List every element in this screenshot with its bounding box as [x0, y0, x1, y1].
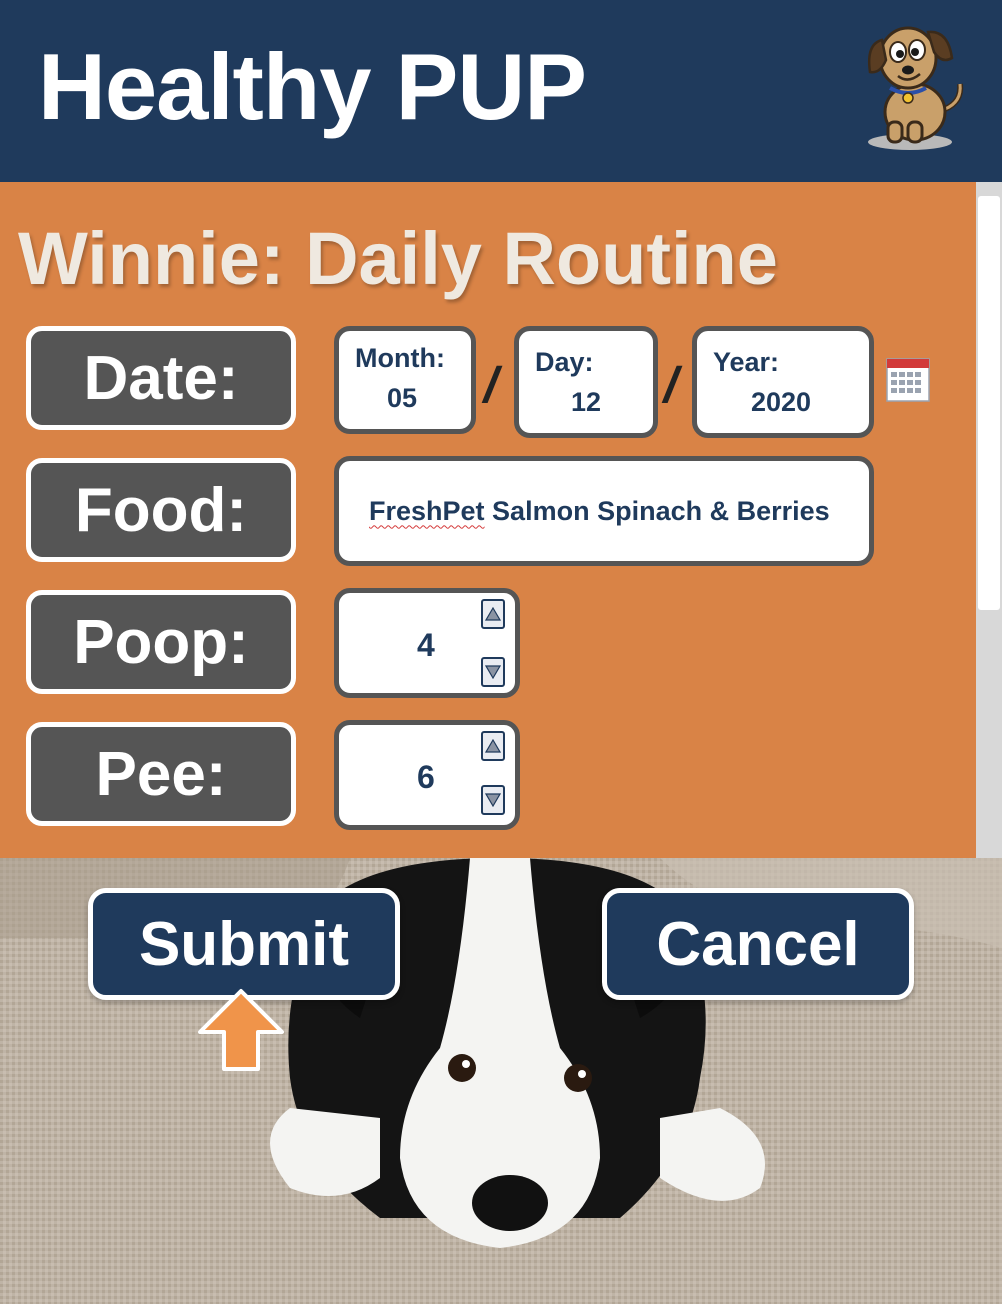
food-brand: FreshPet — [369, 495, 485, 526]
month-label: Month: — [355, 343, 445, 373]
calendar-icon[interactable] — [886, 358, 930, 402]
routine-title: Winnie: Daily Routine — [18, 217, 778, 300]
year-value: 2020 — [751, 387, 812, 417]
poop-label: Poop: — [26, 590, 296, 694]
year-label: Year: — [713, 347, 780, 377]
food-input[interactable]: FreshPet Salmon Spinach & Berries — [334, 456, 874, 566]
day-value: 12 — [571, 387, 602, 417]
pee-increment-button[interactable] — [481, 731, 505, 761]
month-value: 05 — [387, 383, 418, 413]
food-description: Salmon Spinach & Berries — [484, 495, 830, 526]
pee-stepper[interactable]: 6 — [334, 720, 520, 830]
up-arrow-icon — [198, 989, 284, 1071]
day-field[interactable]: Day: 12 — [514, 326, 658, 438]
poop-decrement-button[interactable] — [481, 657, 505, 687]
triangle-down-icon — [485, 665, 501, 679]
submit-button[interactable]: Submit — [88, 888, 400, 1000]
triangle-up-icon — [485, 739, 501, 753]
pee-decrement-button[interactable] — [481, 785, 505, 815]
pee-label: Pee: — [26, 722, 296, 826]
year-field[interactable]: Year: 2020 — [692, 326, 874, 438]
triangle-up-icon — [485, 607, 501, 621]
cancel-button[interactable]: Cancel — [602, 888, 914, 1000]
food-value: FreshPet Salmon Spinach & Berries — [369, 461, 830, 561]
poop-increment-button[interactable] — [481, 599, 505, 629]
poop-stepper[interactable]: 4 — [334, 588, 520, 698]
date-label: Date: — [26, 326, 296, 430]
food-label: Food: — [26, 458, 296, 562]
month-field[interactable]: Month: 05 — [334, 326, 476, 434]
pee-value: 6 — [417, 759, 435, 795]
cartoon-dog-logo-icon — [868, 26, 964, 150]
scrollbar-thumb[interactable] — [978, 196, 1000, 610]
app-header: Healthy PUP — [0, 0, 1002, 182]
day-label: Day: — [535, 347, 594, 377]
app-title: Healthy PUP — [38, 34, 587, 139]
poop-value: 4 — [417, 627, 435, 663]
triangle-down-icon — [485, 793, 501, 807]
